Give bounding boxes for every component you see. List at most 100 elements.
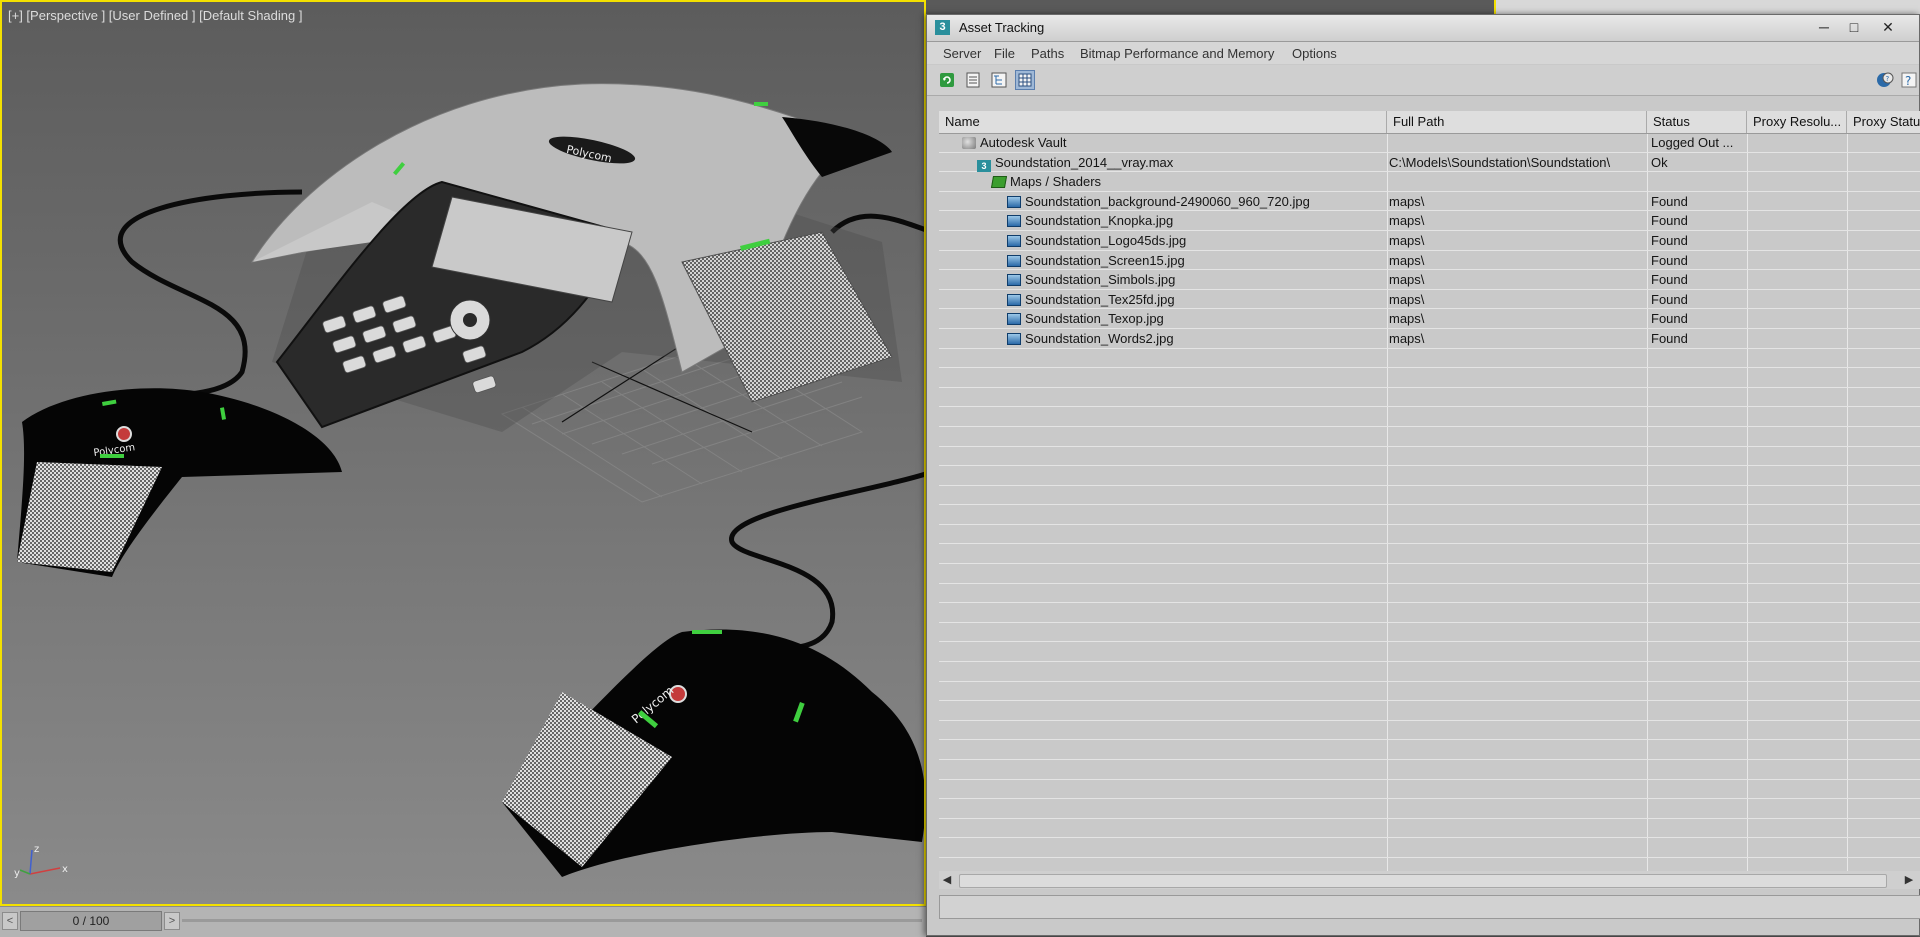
axis-x-label: x	[62, 864, 68, 875]
row-status: Found	[1651, 291, 1688, 307]
empty-row	[939, 564, 1920, 584]
row-status: Logged Out ...	[1651, 135, 1734, 150]
empty-row	[939, 525, 1920, 545]
scroll-right-icon[interactable]: ▶	[1901, 871, 1917, 889]
table-row[interactable]: 3 Soundstation_2014__vray.max C:\Models\So…	[939, 153, 1920, 173]
window-titlebar[interactable]: 3 Asset Tracking ─ □ ✕	[927, 15, 1919, 42]
table-row[interactable]: Soundstation_Tex25fd.jpg maps\ Found	[939, 290, 1920, 310]
column-full-path[interactable]: Full Path	[1387, 111, 1647, 133]
row-path: maps\	[1389, 291, 1425, 307]
image-file-icon	[1007, 313, 1021, 326]
row-path: C:\Models\Soundstation\Soundstation\	[1389, 154, 1611, 170]
column-name[interactable]: Name	[939, 111, 1387, 133]
row-status: Found	[1651, 193, 1688, 209]
empty-row	[939, 642, 1920, 663]
image-file-icon	[1007, 234, 1021, 247]
row-name-cell: 3 Soundstation_2014__vray.max	[939, 153, 1421, 172]
empty-row	[939, 682, 1920, 702]
row-name-cell: Soundstation_Screen15.jpg	[939, 251, 1451, 270]
maximize-button[interactable]: □	[1839, 17, 1869, 37]
row-name: Soundstation_Logo45ds.jpg	[1025, 232, 1187, 248]
vault-help-icon[interactable]: ?	[1875, 70, 1895, 90]
image-file-icon	[1007, 293, 1021, 306]
row-path	[1389, 172, 1647, 191]
row-name-cell: Soundstation_background-2490060_960_720.…	[939, 192, 1451, 211]
column-status[interactable]: Status	[1647, 111, 1747, 133]
maps-folder-icon	[990, 176, 1008, 189]
menu-bitmap-performance[interactable]: Bitmap Performance and Memory	[1080, 46, 1274, 61]
viewport-label[interactable]: [+] [Perspective ] [User Defined ] [Defa…	[8, 8, 302, 23]
close-button[interactable]: ✕	[1873, 17, 1903, 37]
table-body: Autodesk Vault Logged Out ... 3 Soundstatio…	[939, 133, 1920, 858]
scene-render: Polycom Polycom Polycom	[17, 83, 924, 877]
column-proxy-status[interactable]: Proxy Status	[1847, 111, 1920, 133]
toolbar: ? ?	[927, 65, 1919, 96]
perspective-viewport[interactable]: Polycom Polycom Polycom [+] [Perspective…	[0, 0, 926, 906]
scroll-left-icon[interactable]: ◀	[939, 871, 955, 889]
table-row[interactable]: Soundstation_Knopka.jpg maps\ Found	[939, 211, 1920, 231]
empty-row	[939, 486, 1920, 506]
empty-row	[939, 388, 1920, 408]
app-icon: 3	[935, 20, 950, 35]
list-view-icon[interactable]	[963, 70, 983, 90]
row-name: Soundstation_Words2.jpg	[1025, 330, 1174, 346]
timeline-track[interactable]	[182, 919, 922, 922]
tree-view-icon[interactable]	[989, 70, 1009, 90]
status-bar	[939, 895, 1920, 919]
empty-row	[939, 740, 1920, 760]
table-row[interactable]: Soundstation_Texop.jpg maps\ Found	[939, 309, 1920, 329]
empty-row	[939, 407, 1920, 427]
time-slider[interactable]: 0 / 100	[20, 911, 162, 931]
image-file-icon	[1007, 332, 1021, 345]
table-row[interactable]: Soundstation_Words2.jpg maps\ Found	[939, 329, 1920, 349]
menu-server[interactable]: Server	[943, 46, 981, 61]
menu-file[interactable]: File	[994, 46, 1015, 61]
row-status: Found	[1651, 272, 1688, 288]
column-proxy-resolution[interactable]: Proxy Resolu...	[1747, 111, 1847, 133]
image-file-icon	[1007, 195, 1021, 208]
empty-row	[939, 838, 1920, 858]
row-status	[1651, 172, 1747, 191]
row-status: Found	[1651, 330, 1688, 346]
empty-row	[939, 721, 1920, 741]
row-name: Autodesk Vault	[980, 135, 1067, 150]
table-row[interactable]: Soundstation_background-2490060_960_720.…	[939, 192, 1920, 212]
image-file-icon	[1007, 274, 1021, 287]
row-name-cell: Soundstation_Tex25fd.jpg	[939, 290, 1451, 309]
timeline-prev-button[interactable]: <	[2, 912, 18, 930]
row-name: Soundstation_2014__vray.max	[995, 154, 1174, 170]
timeline-next-button[interactable]: >	[164, 912, 180, 930]
empty-row	[939, 584, 1920, 604]
image-file-icon	[1007, 254, 1021, 267]
row-name-cell: Soundstation_Words2.jpg	[939, 329, 1451, 348]
help-icon[interactable]: ?	[1899, 70, 1919, 90]
horizontal-scrollbar[interactable]: ◀ ▶	[939, 871, 1920, 889]
scroll-thumb[interactable]	[959, 874, 1887, 888]
table-row[interactable]: Soundstation_Logo45ds.jpg maps\ Found	[939, 231, 1920, 251]
menu-paths[interactable]: Paths	[1031, 46, 1064, 61]
menu-options[interactable]: Options	[1292, 46, 1337, 61]
row-path: maps\	[1389, 213, 1425, 229]
table-row[interactable]: Soundstation_Screen15.jpg maps\ Found	[939, 251, 1920, 271]
table-row[interactable]: Soundstation_Simbols.jpg maps\ Found	[939, 270, 1920, 290]
row-name: Soundstation_Tex25fd.jpg	[1025, 291, 1175, 307]
empty-row	[939, 505, 1920, 525]
row-name: Soundstation_background-2490060_960_720.…	[1025, 193, 1310, 209]
empty-row	[939, 368, 1920, 388]
minimize-button[interactable]: ─	[1809, 17, 1839, 37]
empty-row	[939, 623, 1920, 643]
row-name: Maps / Shaders	[1010, 174, 1102, 190]
row-name-cell: Soundstation_Texop.jpg	[939, 309, 1451, 328]
row-name: Soundstation_Knopka.jpg	[1025, 213, 1174, 229]
empty-row	[939, 760, 1920, 780]
empty-row	[939, 603, 1920, 623]
row-path: maps\	[1389, 330, 1425, 346]
axis-gizmo: x z y	[14, 844, 68, 879]
grid-view-icon[interactable]	[1015, 70, 1035, 90]
table-row[interactable]: Autodesk Vault Logged Out ...	[939, 133, 1920, 153]
row-status: Ok	[1651, 154, 1668, 170]
table-row[interactable]: Maps / Shaders	[939, 172, 1920, 192]
svg-text:?: ?	[1905, 74, 1911, 88]
refresh-icon[interactable]	[937, 70, 957, 90]
row-name-cell: Soundstation_Simbols.jpg	[939, 270, 1451, 289]
